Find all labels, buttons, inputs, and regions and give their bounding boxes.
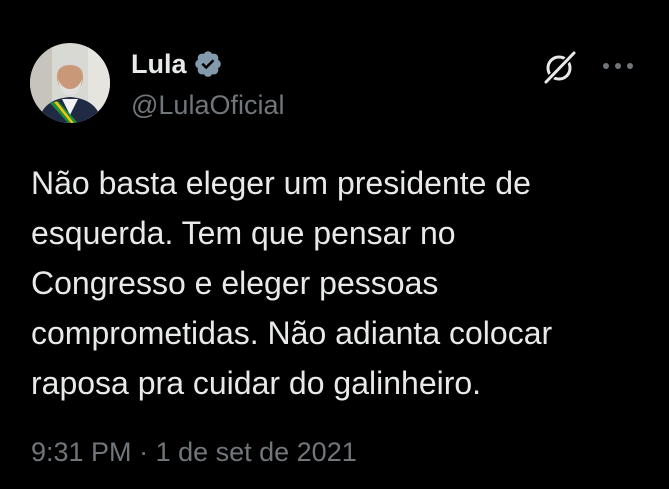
meta-separator: · (131, 437, 156, 467)
grok-button[interactable] (539, 47, 579, 87)
more-options-icon (603, 63, 633, 69)
grok-icon (543, 50, 577, 85)
tweet-date: 1 de set de 2021 (155, 437, 357, 467)
verified-badge-icon (193, 49, 223, 79)
tweet-time: 9:31 PM (31, 437, 132, 467)
tweet-meta: 9:31 PM · 1 de set de 2021 (31, 432, 357, 472)
user-handle[interactable]: @LulaOficial (131, 88, 284, 122)
more-options-button[interactable] (598, 52, 638, 80)
tweet-card: Lula @LulaOficial Não basta eleger um pr… (0, 0, 669, 489)
name-row: Lula (131, 48, 223, 80)
display-name[interactable]: Lula (131, 48, 187, 80)
avatar-image (30, 43, 110, 123)
tweet-time-link[interactable]: 9:31 PM · 1 de set de 2021 (31, 437, 357, 467)
tweet-text: Não basta eleger um presidente de esquer… (31, 165, 553, 401)
avatar[interactable] (30, 43, 110, 123)
